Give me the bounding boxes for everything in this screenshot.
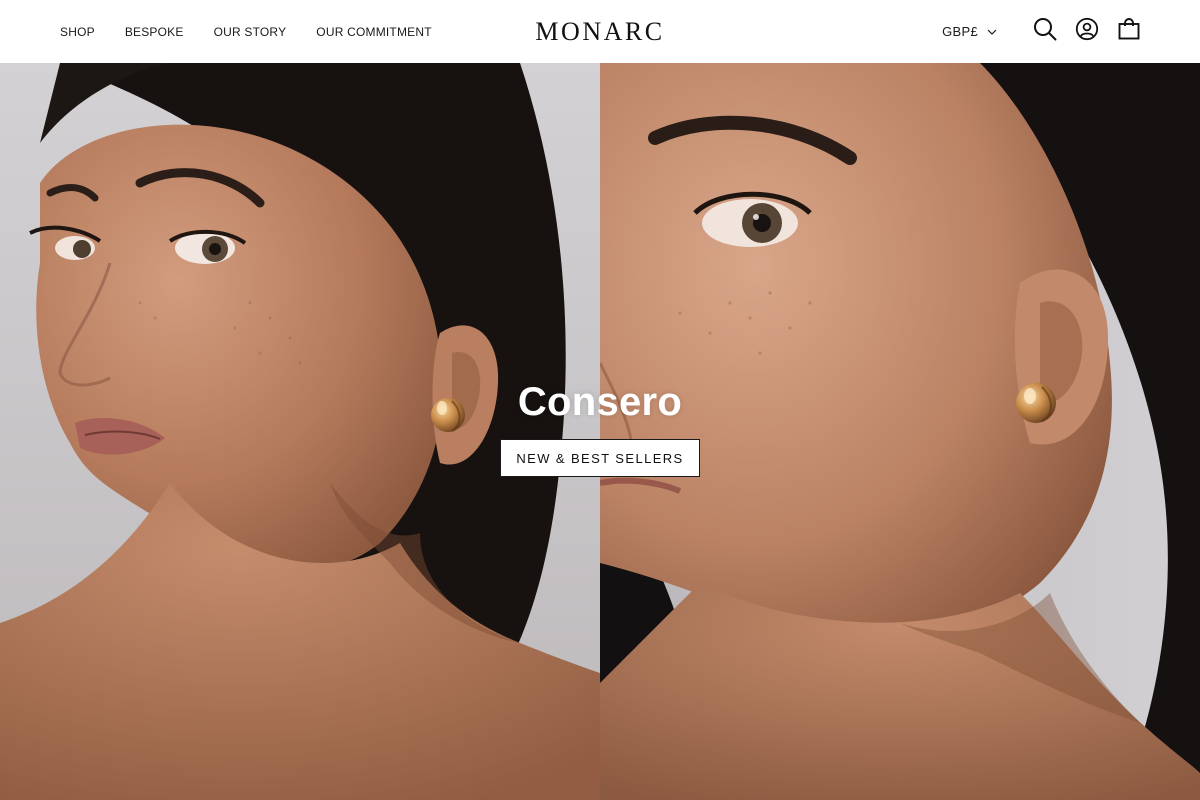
account-button[interactable] (1074, 17, 1100, 46)
main-nav: SHOP BESPOKE OUR STORY OUR COMMITMENT (60, 0, 462, 63)
site-header: SHOP BESPOKE OUR STORY OUR COMMITMENT MO… (0, 0, 1200, 63)
bag-icon (1117, 17, 1141, 46)
hero-image-left (0, 63, 600, 800)
chevron-down-icon (986, 26, 998, 38)
search-icon (1033, 17, 1057, 46)
header-tools: GBP£ (942, 0, 1142, 63)
woman-closeup-photo (600, 63, 1200, 800)
nav-our-story[interactable]: OUR STORY (214, 25, 287, 39)
new-best-sellers-button[interactable]: NEW & BEST SELLERS (500, 439, 700, 477)
nav-our-commitment[interactable]: OUR COMMITMENT (316, 25, 431, 39)
search-button[interactable] (1032, 17, 1058, 46)
hero-image-right (600, 63, 1200, 800)
gold-earring (431, 398, 465, 432)
hero-banner: Consero NEW & BEST SELLERS (0, 63, 1200, 800)
nav-bespoke[interactable]: BESPOKE (125, 25, 184, 39)
gold-earring (1016, 383, 1056, 423)
brand-logo[interactable]: MONARC (535, 17, 664, 47)
woman-profile-photo (0, 63, 600, 800)
account-icon (1075, 17, 1099, 46)
currency-label: GBP£ (942, 24, 978, 39)
currency-selector[interactable]: GBP£ (942, 24, 998, 39)
nav-shop[interactable]: SHOP (60, 25, 95, 39)
cart-button[interactable] (1116, 17, 1142, 46)
